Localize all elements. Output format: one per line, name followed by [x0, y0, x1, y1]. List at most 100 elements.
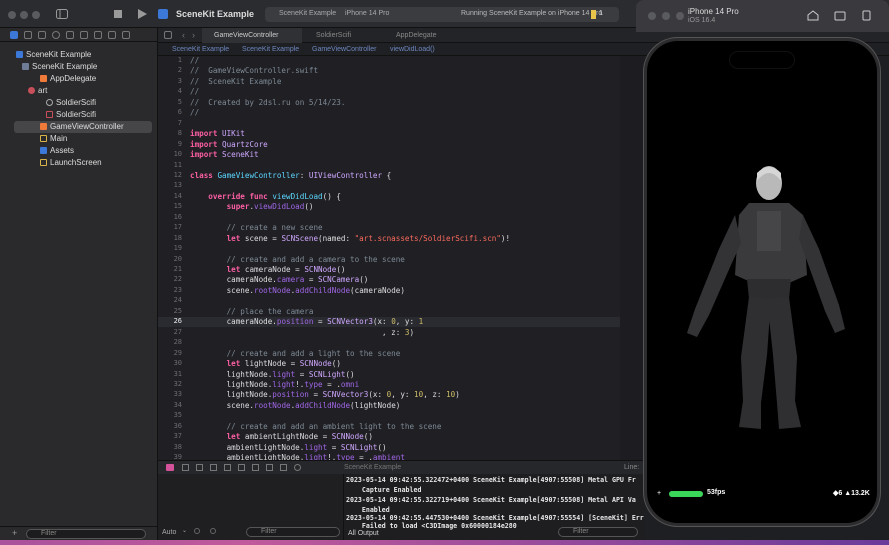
- reports-icon[interactable]: [122, 31, 130, 39]
- soldier-model: [687, 166, 845, 429]
- tab-soldierscifi[interactable]: SoldierScifi: [304, 28, 374, 43]
- sim-close-button[interactable]: [648, 12, 656, 20]
- chevron-down-icon[interactable]: ⌄: [182, 527, 187, 534]
- back-icon[interactable]: ‹: [182, 30, 185, 40]
- forward-icon[interactable]: ›: [192, 30, 195, 40]
- hide-debug-area-icon[interactable]: [166, 464, 174, 471]
- source-control-icon[interactable]: [24, 31, 32, 39]
- line-number: 32: [173, 379, 182, 388]
- jumpbar-symbol[interactable]: viewDidLoad(): [390, 43, 435, 56]
- code-line: class GameViewController: UIViewControll…: [190, 170, 392, 180]
- console-line: Enabled: [346, 506, 390, 514]
- auto-select[interactable]: Auto: [162, 529, 176, 536]
- console-output[interactable]: 2023-05-14 09:42:55.322472+0400 SceneKit…: [344, 474, 645, 540]
- line-number: 26: [173, 317, 182, 326]
- debug-scheme-label: SceneKit Example: [344, 464, 402, 471]
- output-filter-select[interactable]: All Output: [348, 530, 379, 537]
- related-items-icon[interactable]: [164, 31, 172, 39]
- breakpoints-icon[interactable]: [108, 31, 116, 39]
- navigator-item-assets[interactable]: Assets: [0, 145, 152, 157]
- console-line: Failed to load <C3DImage 0x60000184e280: [346, 522, 517, 530]
- sidebar-toggle-icon[interactable]: [56, 9, 68, 19]
- navigator-item-appdelegate[interactable]: AppDelegate: [0, 73, 152, 85]
- stats-plus-icon[interactable]: +: [657, 490, 661, 497]
- sim-minimize-button[interactable]: [662, 12, 670, 20]
- rotate-icon[interactable]: [860, 10, 872, 21]
- issues-icon[interactable]: [66, 31, 74, 39]
- minimap[interactable]: [620, 56, 645, 460]
- info-icon[interactable]: [210, 528, 216, 534]
- close-window-button[interactable]: [8, 11, 16, 19]
- screenshot-icon[interactable]: [834, 10, 846, 21]
- tab-label: GameViewController: [214, 32, 279, 39]
- step-into-icon[interactable]: [224, 464, 231, 471]
- navigator-tabs: [0, 28, 158, 42]
- line-number: 25: [173, 306, 182, 315]
- console-line: 2023-05-14 09:42:55.322719+0400 SceneKit…: [346, 496, 636, 504]
- iphone-simulator-screen[interactable]: + 53fps ◆6 ▲13.2K: [644, 38, 880, 526]
- navigator-item-launchscreen[interactable]: LaunchScreen: [0, 157, 152, 169]
- project-icon: [16, 51, 23, 58]
- jumpbar-project[interactable]: SceneKit Example: [172, 43, 229, 56]
- console-filter-input[interactable]: Filter: [558, 527, 638, 537]
- symbols-icon[interactable]: [38, 31, 46, 39]
- navigator-item-group[interactable]: SceneKit Example: [0, 61, 152, 73]
- navigator-item-main[interactable]: Main: [0, 133, 152, 145]
- navigator-item-project[interactable]: SceneKit Example: [0, 49, 152, 61]
- view-debugger-icon[interactable]: [252, 464, 259, 471]
- warning-icon: [591, 10, 596, 19]
- step-over-icon[interactable]: [210, 464, 217, 471]
- step-out-icon[interactable]: [238, 464, 245, 471]
- breadcrumb-scheme[interactable]: SceneKit Example: [279, 10, 336, 17]
- code-line: // create and add a camera to the scene: [190, 254, 405, 264]
- swift-file-icon: [40, 75, 47, 82]
- code-editor[interactable]: 1 2 3 4 5 6 7 8 9 10 11 12 13 14 15 16 17 18 19 20 21 22 23 24 2…: [158, 56, 645, 460]
- jumpbar-file[interactable]: GameViewController: [312, 43, 376, 56]
- breakpoints-toggle-icon[interactable]: [182, 464, 189, 471]
- storyboard-icon: [40, 135, 47, 142]
- line-number: 39: [173, 453, 182, 460]
- home-icon[interactable]: [807, 10, 819, 21]
- navigator-item-soldier-1[interactable]: SoldierScifi: [0, 97, 152, 109]
- variables-view: Auto ⌄ Filter: [158, 474, 344, 540]
- navigator-item-soldier-2[interactable]: SoldierScifi: [0, 109, 152, 121]
- environment-icon[interactable]: [280, 464, 287, 471]
- warning-count[interactable]: 1: [599, 10, 603, 17]
- line-label: Line:: [624, 464, 640, 471]
- tab-appdelegate[interactable]: AppDelegate: [384, 28, 454, 43]
- tests-icon[interactable]: [80, 31, 88, 39]
- stop-icon[interactable]: [114, 10, 122, 18]
- quick-look-icon[interactable]: [194, 528, 200, 534]
- code-line: let cameraNode = SCNNode(): [226, 265, 346, 274]
- line-number: 23: [173, 285, 182, 294]
- sim-zoom-button[interactable]: [676, 12, 684, 20]
- activity-view[interactable]: SceneKit Example iPhone 14 Pro Running S…: [265, 7, 619, 22]
- breadcrumb-device[interactable]: iPhone 14 Pro: [345, 10, 389, 17]
- tab-gameviewcontroller[interactable]: GameViewController: [202, 28, 302, 43]
- swift-file-icon: [40, 123, 47, 130]
- location-icon[interactable]: [294, 464, 301, 471]
- add-icon[interactable]: +: [12, 528, 17, 538]
- code-line: import UIKit: [190, 129, 245, 139]
- search-icon[interactable]: [52, 31, 60, 39]
- storyboard-icon: [40, 159, 47, 166]
- run-icon[interactable]: [138, 9, 147, 19]
- navigator-filter-input[interactable]: Filter: [26, 529, 146, 539]
- navigator-item-gameviewcontroller[interactable]: GameViewController: [14, 121, 152, 133]
- zoom-window-button[interactable]: [32, 11, 40, 19]
- line-number: 13: [173, 181, 182, 190]
- line-number: 7: [177, 118, 182, 127]
- memory-graph-icon[interactable]: [266, 464, 273, 471]
- line-number: 17: [173, 223, 182, 232]
- navigator-item-art[interactable]: art: [0, 85, 152, 97]
- folder-icon[interactable]: [10, 31, 18, 39]
- jumpbar-group[interactable]: SceneKit Example: [242, 43, 299, 56]
- variables-filter-input[interactable]: Filter: [246, 527, 340, 537]
- line-number: 33: [173, 390, 182, 399]
- line-number: 29: [173, 348, 182, 357]
- pause-icon[interactable]: [196, 464, 203, 471]
- minimize-window-button[interactable]: [20, 11, 28, 19]
- code-line: //: [190, 87, 200, 97]
- debug-icon[interactable]: [94, 31, 102, 39]
- code-line: import SceneKit: [190, 150, 259, 160]
